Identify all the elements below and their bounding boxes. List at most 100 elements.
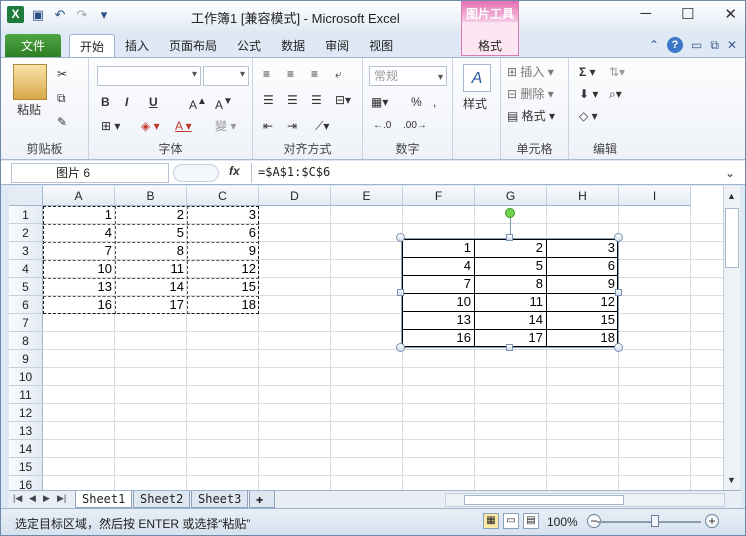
row-header-1[interactable]: 1 [9, 206, 43, 224]
cell-a6[interactable]: 16 [43, 296, 115, 314]
font-name-combo[interactable] [97, 66, 201, 86]
resize-corner-handle[interactable] [396, 343, 405, 352]
format-painter-icon[interactable]: ✎ [57, 114, 67, 130]
styles-icon[interactable]: A [463, 64, 491, 92]
page-break-view-icon[interactable]: ▤ [523, 513, 539, 529]
tab-data[interactable]: 数据 [271, 34, 315, 58]
resize-corner-handle[interactable] [614, 233, 623, 242]
formula-input[interactable]: =$A$1:$C$6 [251, 163, 721, 183]
cell-b4[interactable]: 11 [115, 260, 187, 278]
grow-font-icon[interactable]: A▲ [189, 94, 207, 113]
tab-page-layout[interactable]: 页面布局 [159, 34, 227, 58]
customize-qat-icon[interactable]: ▾ [96, 7, 112, 23]
align-bottom-icon[interactable]: ≡ [311, 66, 318, 82]
tab-formulas[interactable]: 公式 [227, 34, 271, 58]
doc-close-icon[interactable]: ✕ [727, 38, 737, 52]
clear-icon[interactable]: ◇ ▾ [579, 108, 598, 124]
row-header-3[interactable]: 3 [9, 242, 43, 260]
tab-view[interactable]: 视图 [359, 34, 403, 58]
row-header-10[interactable]: 10 [9, 368, 43, 386]
resize-side-handle[interactable] [506, 234, 513, 241]
decrease-decimal-icon[interactable]: .00→ [403, 118, 427, 134]
underline-button[interactable]: U [149, 94, 158, 110]
cell-c3[interactable]: 9 [187, 242, 259, 260]
sheet-tab-sheet1[interactable]: Sheet1 [75, 491, 133, 508]
shrink-font-icon[interactable]: A▼ [215, 94, 233, 113]
row-header-12[interactable]: 12 [9, 404, 43, 422]
cell-b2[interactable]: 5 [115, 224, 187, 242]
row-header-6[interactable]: 6 [9, 296, 43, 314]
expand-formula-icon[interactable]: ⌄ [725, 165, 735, 181]
sort-filter-icon[interactable]: ⇅▾ [609, 64, 625, 80]
resize-side-handle[interactable] [397, 289, 404, 296]
page-layout-view-icon[interactable]: ▭ [503, 513, 519, 529]
help-icon[interactable]: ? [667, 37, 684, 53]
tab-format[interactable]: 格式 [461, 34, 519, 58]
styles-button[interactable]: 样式 [463, 96, 487, 112]
increase-indent-icon[interactable]: ⇥ [287, 118, 297, 134]
rotate-handle[interactable] [505, 208, 515, 218]
sheet-tab-sheet3[interactable]: Sheet3 [191, 491, 249, 508]
cell-c2[interactable]: 6 [187, 224, 259, 242]
percent-button[interactable]: % [411, 94, 422, 110]
zoom-level[interactable]: 100% [547, 515, 578, 529]
insert-function-icon[interactable]: fx [229, 164, 240, 178]
prev-sheet-icon[interactable]: ◀ [29, 493, 36, 504]
align-right-icon[interactable]: ☰ [311, 92, 322, 108]
align-middle-icon[interactable]: ≡ [287, 66, 294, 82]
bold-button[interactable]: B [101, 94, 110, 110]
wrap-text-icon[interactable]: ⤶ [335, 66, 342, 82]
align-center-icon[interactable]: ☰ [287, 92, 298, 108]
column-header-c[interactable]: C [187, 186, 259, 206]
paste-button[interactable]: 粘贴 [17, 102, 41, 118]
format-cells-button[interactable]: ▤ 格式 ▾ [507, 108, 555, 124]
copy-icon[interactable]: ⧉ [57, 90, 66, 106]
row-header-5[interactable]: 5 [9, 278, 43, 296]
cell-c5[interactable]: 15 [187, 278, 259, 296]
horizontal-scrollbar[interactable] [445, 493, 725, 507]
autosum-icon[interactable]: Σ ▾ [579, 64, 596, 80]
resize-side-handle[interactable] [506, 344, 513, 351]
vertical-scrollbar[interactable]: ▲ ▼ [723, 186, 740, 490]
column-header-g[interactable]: G [475, 186, 547, 206]
row-header-16[interactable]: 16 [9, 476, 43, 490]
first-sheet-icon[interactable]: |◀ [13, 493, 22, 504]
font-color-icon[interactable]: A ▾ [175, 118, 192, 134]
align-top-icon[interactable]: ≡ [263, 66, 270, 82]
doc-restore-icon[interactable]: ⧉ [710, 38, 719, 53]
save-icon[interactable]: ▣ [30, 7, 46, 23]
row-header-15[interactable]: 15 [9, 458, 43, 476]
borders-icon[interactable]: ⊞ ▾ [101, 118, 120, 134]
scroll-down-icon[interactable]: ▼ [727, 472, 736, 488]
cell-b6[interactable]: 17 [115, 296, 187, 314]
worksheet-grid[interactable]: A B C D E F G H I 1 2 3 4 5 6 7 8 9 10 11 12 13 14 15 16 1 2 3 4 5 6 7 8… [9, 186, 723, 490]
linked-picture[interactable]: 1 2 3 4 5 6 7 8 9 10 11 12 13 14 15 16 17 18 [401, 238, 619, 348]
cell-a2[interactable]: 4 [43, 224, 115, 242]
cell-a3[interactable]: 7 [43, 242, 115, 260]
increase-decimal-icon[interactable]: ←.0 [373, 118, 391, 134]
scroll-thumb[interactable] [725, 208, 739, 268]
close-icon[interactable]: ✕ [724, 5, 737, 23]
insert-sheet-icon[interactable]: ✚ [249, 491, 275, 508]
resize-side-handle[interactable] [615, 289, 622, 296]
maximize-icon[interactable]: ☐ [681, 5, 694, 23]
cell-a1[interactable]: 1 [43, 206, 115, 224]
sheet-tab-sheet2[interactable]: Sheet2 [133, 491, 191, 508]
cell-b3[interactable]: 8 [115, 242, 187, 260]
resize-corner-handle[interactable] [396, 233, 405, 242]
cell-c6[interactable]: 18 [187, 296, 259, 314]
fill-icon[interactable]: ⬇ ▾ [579, 86, 598, 102]
cell-a5[interactable]: 13 [43, 278, 115, 296]
redo-icon[interactable]: ↷ [74, 7, 90, 23]
column-header-f[interactable]: F [403, 186, 475, 206]
delete-cells-button[interactable]: ⊟ 删除 ▾ [507, 86, 554, 102]
column-header-i[interactable]: I [619, 186, 691, 206]
column-header-a[interactable]: A [43, 186, 115, 206]
last-sheet-icon[interactable]: ▶| [57, 493, 66, 504]
decrease-indent-icon[interactable]: ⇤ [263, 118, 273, 134]
column-header-d[interactable]: D [259, 186, 331, 206]
cell-c4[interactable]: 12 [187, 260, 259, 278]
comma-icon[interactable]: , [433, 94, 436, 110]
normal-view-icon[interactable]: ▦ [483, 513, 499, 529]
cell-a4[interactable]: 10 [43, 260, 115, 278]
